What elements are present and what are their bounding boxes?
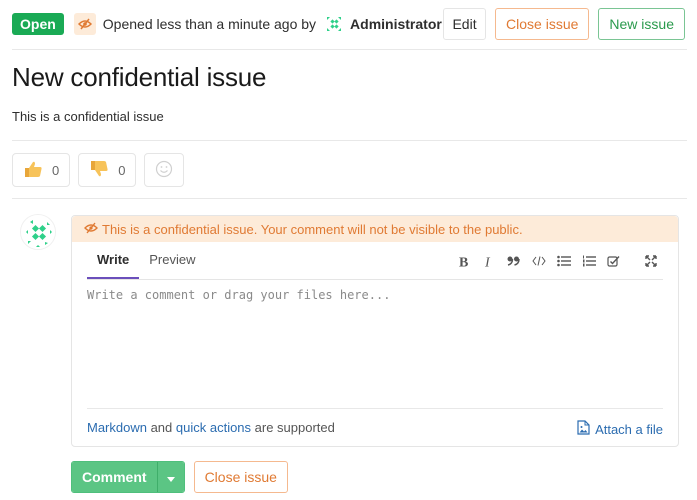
comment-actions: Comment Close issue [71,461,288,493]
attach-file-label: Attach a file [595,421,663,437]
close-issue-bottom-button[interactable]: Close issue [193,461,288,493]
markdown-toolbar: B I [451,252,663,270]
svg-text:B: B [459,255,468,268]
comment-button[interactable]: Comment [72,462,157,492]
issue-title: New confidential issue [12,62,267,92]
attach-file-button[interactable]: Attach a file [577,420,663,438]
comment-type-dropdown[interactable] [156,462,184,492]
awards-divider [12,198,687,199]
eye-slash-icon [84,222,98,237]
and-text: and [146,420,176,435]
fullscreen-icon[interactable] [638,252,663,270]
code-icon[interactable] [526,252,551,270]
quote-icon[interactable] [501,252,526,270]
thumbs-up-award[interactable]: 0 [12,153,71,187]
thumbs-up-icon [23,160,43,181]
confidential-eye-slash-icon [73,13,96,35]
award-emoji-bar: 0 0 [12,153,185,187]
editor-footer-divider [87,408,663,409]
tab-write[interactable]: Write [87,252,140,279]
markdown-link[interactable]: Markdown [87,420,147,435]
thumbs-up-count: 0 [52,162,60,178]
caret-down-icon [166,470,175,485]
markdown-hint: Markdown and quick actions are supported [87,420,335,438]
editor-footer: Markdown and quick actions are supported… [87,420,663,438]
add-emoji-button[interactable] [144,153,185,187]
quick-actions-link[interactable]: quick actions [176,420,251,435]
task-list-icon[interactable] [601,252,626,270]
comment-textarea[interactable] [87,288,663,406]
numbered-list-icon[interactable] [576,252,601,270]
close-issue-button[interactable]: Close issue [495,8,590,40]
issue-header: Open Opened less than a minute ago by Ad… [12,8,697,40]
confidential-warning-text: This is a confidential issue. Your comme… [102,221,523,237]
editor-tabs: Write Preview B I [87,242,663,280]
status-badge: Open [12,13,64,35]
new-issue-button[interactable]: New issue [598,8,685,40]
thumbs-down-count: 0 [118,162,126,178]
tab-preview[interactable]: Preview [139,252,205,279]
supported-text: are supported [251,420,335,435]
header-divider [12,49,687,50]
thumbs-down-award[interactable]: 0 [78,153,137,187]
italic-icon[interactable]: I [476,252,501,270]
confidential-warning: This is a confidential issue. Your comme… [72,216,678,242]
opened-text: Opened less than a minute ago by [102,16,317,32]
thumbs-down-icon [89,160,109,181]
author-name[interactable]: Administrator [350,16,442,32]
comment-split-button: Comment [71,461,185,493]
header-actions: Edit Close issue New issue [443,8,685,40]
svg-text:I: I [484,255,491,268]
file-image-icon [577,420,590,438]
edit-button[interactable]: Edit [443,8,487,40]
current-user-avatar[interactable] [20,214,56,250]
author-avatar[interactable] [324,14,344,34]
smiley-icon [155,160,173,181]
description-divider [12,140,687,141]
bold-icon[interactable]: B [451,252,476,270]
issue-description: This is a confidential issue [12,109,164,124]
bullet-list-icon[interactable] [551,252,576,270]
comment-form: This is a confidential issue. Your comme… [71,215,679,447]
